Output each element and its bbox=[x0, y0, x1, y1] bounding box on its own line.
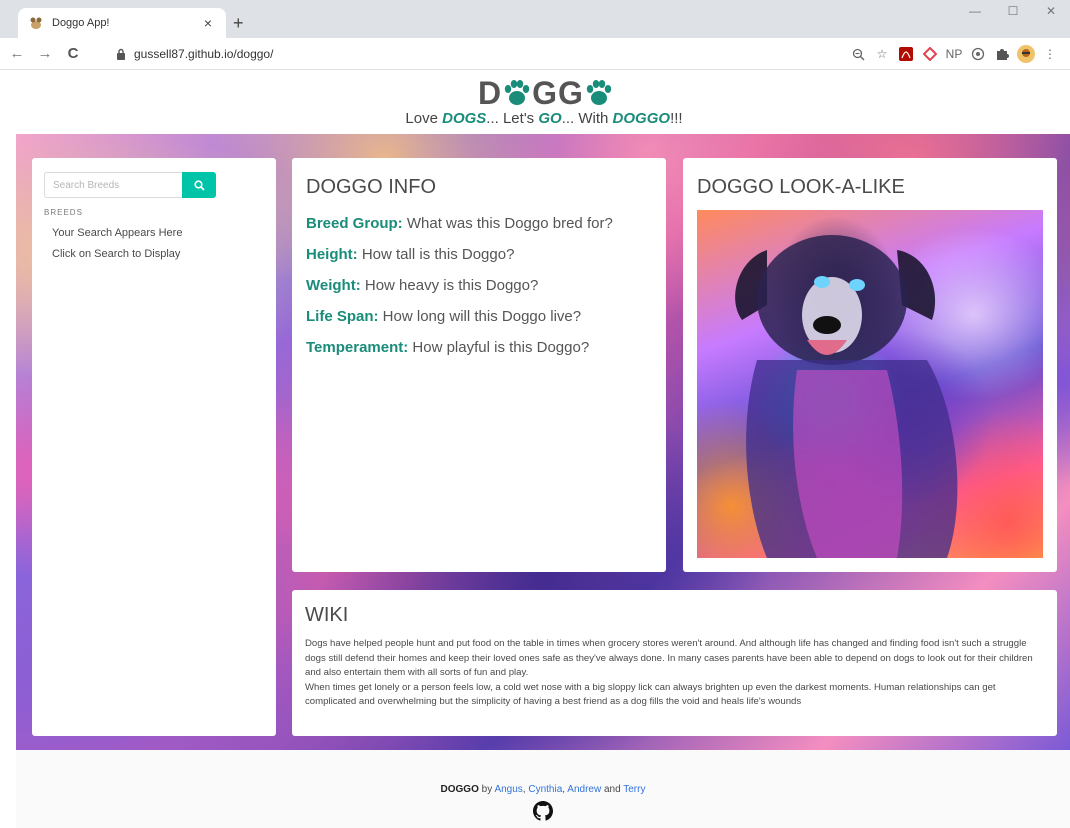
tagline-go: GO bbox=[538, 110, 562, 127]
breeds-label: BREEDS bbox=[44, 208, 83, 217]
zoom-icon[interactable] bbox=[846, 44, 870, 64]
forward-arrow-icon[interactable]: → bbox=[34, 45, 56, 62]
pdf-extension-icon[interactable] bbox=[894, 44, 918, 64]
wiki-card: WIKI Dogs have helped people hunt and pu… bbox=[292, 590, 1057, 736]
browser-tab[interactable]: Doggo App! × bbox=[18, 8, 226, 38]
puzzle-extensions-icon[interactable] bbox=[990, 44, 1014, 64]
info-row-life-span: Life Span: How long will this Doggo live… bbox=[306, 308, 652, 325]
paw-icon bbox=[504, 80, 530, 105]
github-link[interactable] bbox=[533, 801, 553, 826]
browser-toolbar: ← → C gussell87.github.io/doggo/ ☆ NP ⋮ bbox=[0, 38, 1070, 70]
reload-icon[interactable]: C bbox=[62, 45, 84, 62]
info-key: Weight: bbox=[306, 277, 361, 294]
window-controls: — ☐ ✕ bbox=[956, 4, 1070, 18]
tagline-love: Love bbox=[405, 110, 443, 127]
wiki-paragraph: Dogs have helped people hunt and put foo… bbox=[305, 638, 1033, 678]
dog-image bbox=[697, 210, 1043, 558]
doggo-info-card: DOGGO INFO Breed Group: What was this Do… bbox=[292, 158, 666, 572]
info-row-breed-group: Breed Group: What was this Doggo bred fo… bbox=[306, 215, 652, 232]
wiki-paragraph: When times get lonely or a person feels … bbox=[305, 681, 996, 708]
info-key: Breed Group: bbox=[306, 215, 403, 232]
info-key: Life Span: bbox=[306, 308, 379, 325]
logo-letter-d: D bbox=[478, 74, 503, 111]
author-link-angus[interactable]: Angus bbox=[494, 784, 522, 795]
wiki-body: Dogs have helped people hunt and put foo… bbox=[305, 637, 1044, 710]
breed-search-panel: BREEDS Your Search Appears Here Click on… bbox=[32, 158, 276, 736]
dog-favicon-icon bbox=[30, 17, 42, 29]
search-button[interactable] bbox=[182, 172, 216, 198]
footer-by: by bbox=[478, 784, 495, 795]
info-row-weight: Weight: How heavy is this Doggo? bbox=[306, 277, 652, 294]
footer-brand: DOGGO bbox=[440, 784, 479, 795]
page-footer: DOGGO by Angus, Cynthia, Andrew and Terr… bbox=[16, 750, 1070, 828]
tagline-end: !!! bbox=[670, 110, 683, 127]
github-icon bbox=[533, 801, 553, 821]
info-value: How playful is this Doggo? bbox=[408, 339, 590, 356]
bookmark-star-icon[interactable]: ☆ bbox=[870, 44, 894, 64]
tagline-dogs: DOGS bbox=[442, 110, 487, 127]
info-row-temperament: Temperament: How playful is this Doggo? bbox=[306, 339, 652, 356]
tagline-lets: ... Let's bbox=[486, 110, 539, 127]
doggo-info-title: DOGGO INFO bbox=[306, 176, 436, 198]
close-tab-icon[interactable]: × bbox=[200, 15, 216, 31]
author-link-cynthia[interactable]: Cynthia bbox=[528, 784, 562, 795]
paw-icon bbox=[586, 80, 612, 105]
breed-list-item[interactable]: Click on Search to Display bbox=[52, 248, 264, 260]
footer-credits: DOGGO by Angus, Cynthia, Andrew and Terr… bbox=[16, 784, 1070, 795]
doggo-lookalike-card: DOGGO LOOK-A-LIKE bbox=[683, 158, 1057, 572]
info-key: Temperament: bbox=[306, 339, 409, 356]
breed-list-item[interactable]: Your Search Appears Here bbox=[52, 227, 264, 239]
doggo-logo[interactable]: D GG bbox=[478, 74, 614, 111]
maximize-button[interactable]: ☐ bbox=[994, 4, 1032, 18]
search-bar bbox=[44, 172, 264, 198]
info-value: What was this Doggo bred for? bbox=[402, 215, 613, 232]
info-value: How heavy is this Doggo? bbox=[360, 277, 539, 294]
footer-and: and bbox=[601, 784, 624, 795]
close-window-button[interactable]: ✕ bbox=[1032, 4, 1070, 18]
lock-icon bbox=[117, 48, 125, 60]
logo-letters-gg: GG bbox=[532, 74, 584, 111]
dog-silhouette-illustration bbox=[735, 235, 958, 558]
info-value: How tall is this Doggo? bbox=[357, 246, 515, 263]
info-row-height: Height: How tall is this Doggo? bbox=[306, 246, 652, 263]
tab-title: Doggo App! bbox=[52, 17, 110, 29]
author-link-terry[interactable]: Terry bbox=[623, 784, 645, 795]
address-bar[interactable]: gussell87.github.io/doggo/ bbox=[108, 42, 868, 66]
profile-avatar-icon[interactable] bbox=[1014, 44, 1038, 64]
new-tab-button[interactable]: + bbox=[233, 13, 244, 34]
tagline: Love DOGS... Let's GO... With DOGGO!!! bbox=[0, 110, 1070, 127]
search-icon bbox=[193, 179, 205, 191]
circle-extension-icon[interactable] bbox=[966, 44, 990, 64]
info-key: Height: bbox=[306, 246, 358, 263]
wiki-title: WIKI bbox=[305, 604, 349, 626]
browser-tab-strip: Doggo App! × + — ☐ ✕ bbox=[0, 0, 1070, 38]
info-value: How long will this Doggo live? bbox=[378, 308, 582, 325]
page-header: D GG Love DOGS... Let's GO... With DOGGO… bbox=[0, 70, 1070, 134]
minimize-button[interactable]: — bbox=[956, 4, 994, 18]
tagline-with: ... With bbox=[561, 110, 613, 127]
search-breeds-input[interactable] bbox=[44, 172, 182, 198]
extensions-bar: ☆ NP ⋮ bbox=[846, 44, 1062, 64]
author-link-andrew[interactable]: Andrew bbox=[567, 784, 601, 795]
back-arrow-icon[interactable]: ← bbox=[6, 45, 28, 62]
lookalike-title: DOGGO LOOK-A-LIKE bbox=[697, 176, 905, 198]
url-text: gussell87.github.io/doggo/ bbox=[134, 47, 274, 61]
menu-dots-icon[interactable]: ⋮ bbox=[1038, 44, 1062, 64]
tagline-doggo: DOGGO bbox=[612, 110, 671, 127]
diamond-extension-icon[interactable] bbox=[918, 44, 942, 64]
np-extension-icon[interactable]: NP bbox=[942, 44, 966, 64]
